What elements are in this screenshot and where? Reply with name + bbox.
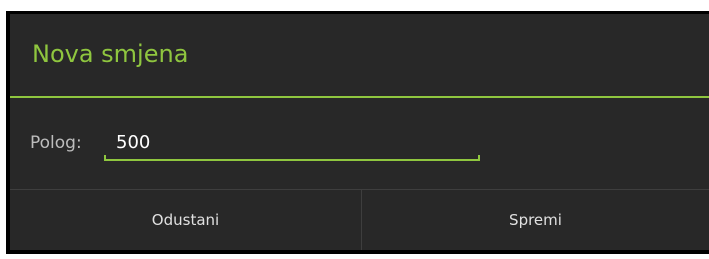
cancel-button[interactable]: Odustani (10, 190, 362, 250)
input-underline-right-tick (478, 155, 480, 161)
deposit-value: 500 (116, 132, 151, 153)
deposit-field-row: Polog: 500 (10, 98, 709, 189)
new-shift-dialog: Nova smjena Polog: 500 Odustani Spremi (10, 14, 709, 250)
dialog-title: Nova smjena (32, 40, 189, 68)
dialog-header: Nova smjena (10, 14, 709, 98)
input-underline (104, 159, 480, 161)
deposit-label: Polog: (30, 133, 82, 153)
dialog-frame: Nova smjena Polog: 500 Odustani Spremi (6, 11, 709, 254)
input-underline-left-tick (104, 155, 106, 161)
dialog-button-bar: Odustani Spremi (10, 189, 709, 250)
deposit-input[interactable]: 500 (104, 122, 480, 164)
save-button[interactable]: Spremi (362, 190, 709, 250)
